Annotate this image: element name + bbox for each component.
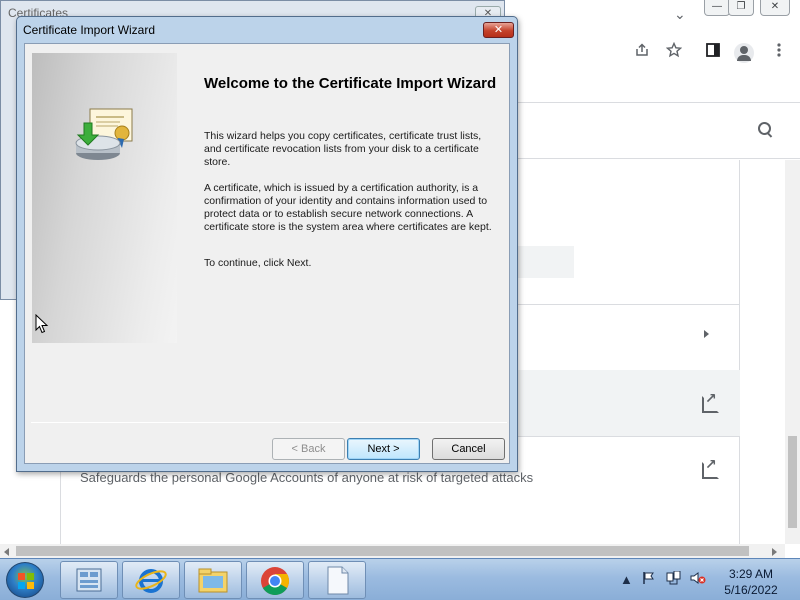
button-separator <box>31 422 507 423</box>
menu-icon[interactable] <box>768 42 790 64</box>
vertical-scrollbar[interactable] <box>785 160 800 544</box>
bookmark-star-icon[interactable] <box>663 41 685 64</box>
wizard-heading: Welcome to the Certificate Import Wizard <box>204 75 497 92</box>
advanced-protection-description: Safeguards the personal Google Accounts … <box>80 470 534 485</box>
chrome-close-button[interactable]: ✕ <box>760 0 790 16</box>
windows-explorer-icon <box>198 568 228 593</box>
show-hidden-icons-icon[interactable]: ▲ <box>620 572 633 587</box>
vertical-scroll-thumb[interactable] <box>788 436 797 528</box>
network-icon[interactable] <box>666 570 682 588</box>
chrome-window-controls: — ❐ ✕ <box>700 0 800 18</box>
wizard-intro-paragraph: This wizard helps you copy certificates,… <box>204 130 482 168</box>
wizard-side-panel <box>32 53 177 343</box>
dialog-titlebar[interactable]: Certificate Import Wizard ✕ <box>17 17 517 43</box>
chrome-restore-button[interactable]: ❐ <box>728 0 754 16</box>
horizontal-scroll-thumb[interactable] <box>16 546 749 556</box>
taskbar-notepad[interactable] <box>308 561 366 599</box>
clock-time[interactable]: 3:29 AM <box>716 567 786 581</box>
share-icon[interactable] <box>631 42 653 64</box>
taskbar-chrome[interactable] <box>246 561 304 599</box>
wizard-continue-text: To continue, click Next. <box>204 257 312 269</box>
open-external-icon[interactable] <box>702 456 719 479</box>
certificate-import-wizard-dialog: Certificate Import Wizard ✕ Welcome to t… <box>16 16 518 472</box>
notepad-icon <box>327 566 349 595</box>
chrome-toolbar <box>518 36 800 70</box>
scroll-right-arrow-icon[interactable] <box>772 548 777 556</box>
dialog-title: Certificate Import Wizard <box>23 23 156 37</box>
taskbar-internet-explorer[interactable] <box>122 561 180 599</box>
tab-search-chevron-icon[interactable]: ⌄ <box>674 6 686 23</box>
taskbar-windows-explorer[interactable] <box>184 561 242 599</box>
server-manager-icon <box>76 568 102 592</box>
cancel-button[interactable]: Cancel <box>432 438 505 460</box>
dialog-close-button[interactable]: ✕ <box>483 22 514 38</box>
clock-date[interactable]: 5/16/2022 <box>716 583 786 597</box>
action-center-flag-icon[interactable] <box>642 571 656 588</box>
back-button[interactable]: < Back <box>272 438 345 460</box>
certificate-import-icon <box>75 108 133 160</box>
dialog-body: Welcome to the Certificate Import Wizard… <box>24 43 510 464</box>
chevron-right-icon[interactable] <box>704 330 709 338</box>
chrome-minimize-button[interactable]: — <box>704 0 730 16</box>
chrome-icon <box>261 567 289 595</box>
next-button[interactable]: Next > <box>347 438 420 460</box>
taskbar: ▲ 3:29 AM 5/16/2022 <box>0 558 800 600</box>
taskbar-server-manager[interactable] <box>60 561 118 599</box>
search-icon[interactable] <box>758 122 774 138</box>
open-external-icon[interactable] <box>702 390 719 413</box>
wizard-description-paragraph: A certificate, which is issued by a cert… <box>204 182 492 233</box>
windows-logo-icon <box>18 573 34 589</box>
scroll-left-arrow-icon[interactable] <box>4 548 9 556</box>
mouse-cursor-icon <box>35 314 49 334</box>
internet-explorer-icon <box>135 569 167 593</box>
horizontal-scrollbar[interactable] <box>0 544 785 558</box>
volume-muted-icon[interactable] <box>690 571 706 588</box>
side-panel-icon[interactable] <box>702 42 724 64</box>
placeholder-block <box>518 246 574 278</box>
profile-icon[interactable] <box>734 43 754 63</box>
row-divider <box>518 304 740 305</box>
start-button[interactable] <box>6 562 44 598</box>
row-divider <box>518 436 740 437</box>
